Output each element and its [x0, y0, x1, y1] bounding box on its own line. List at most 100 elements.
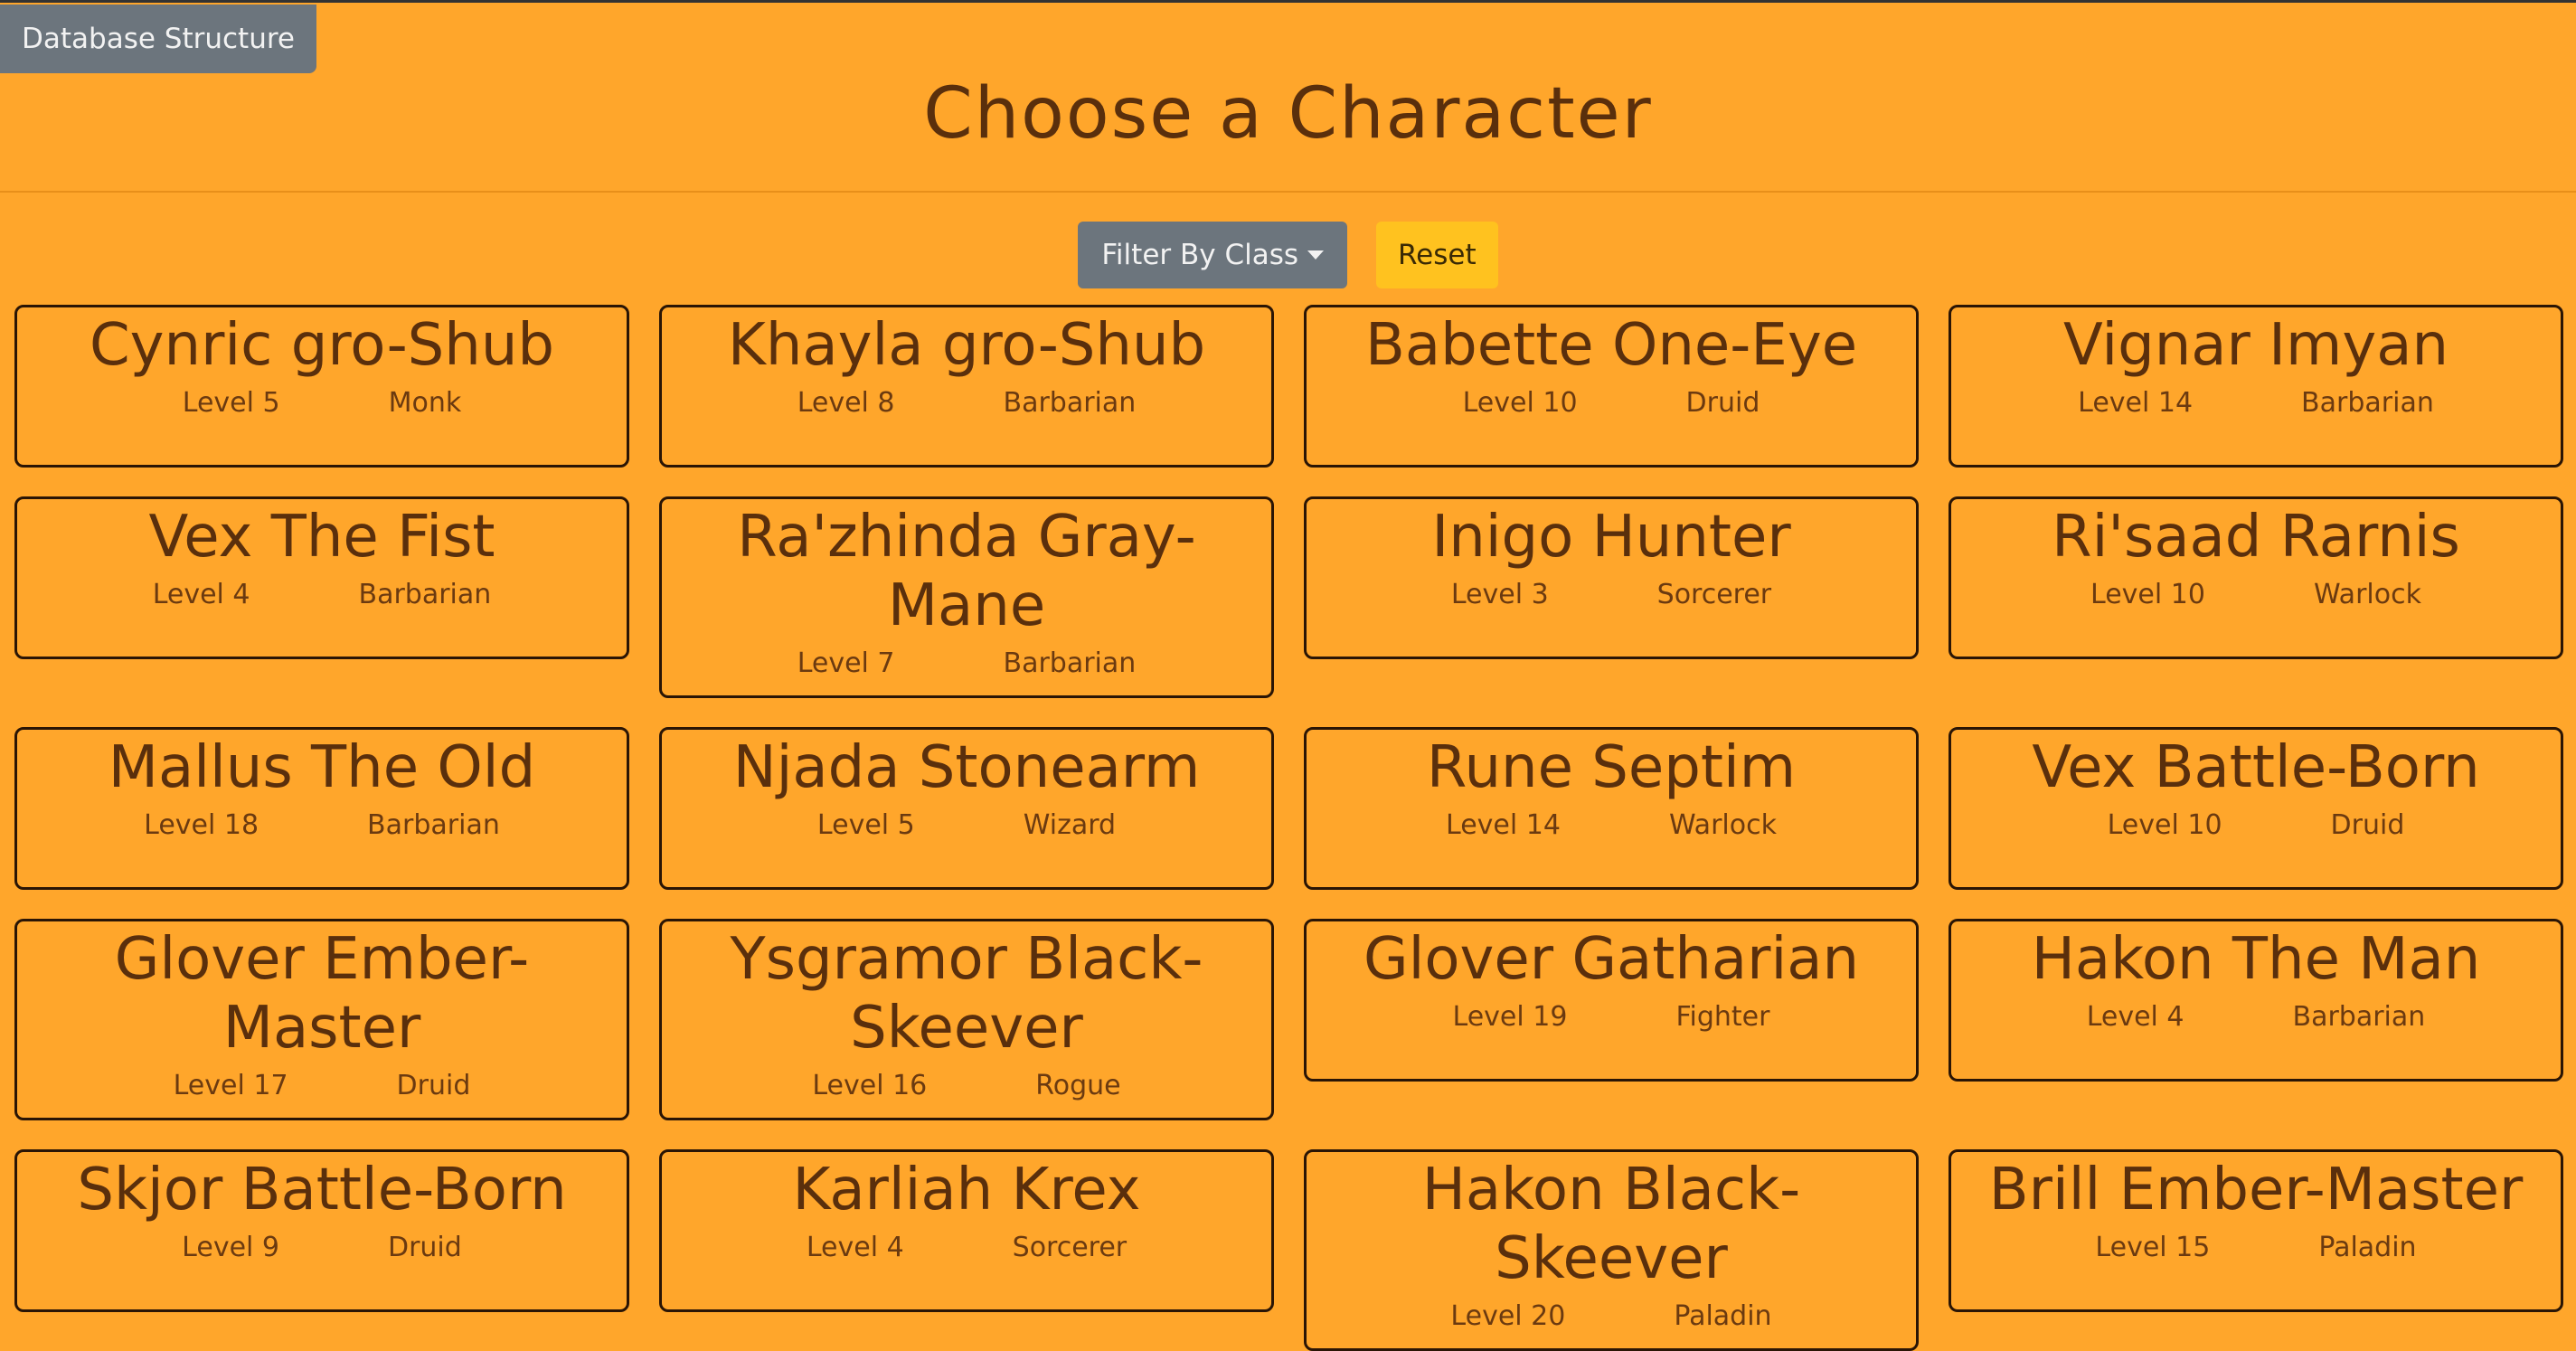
page-title: Choose a Character: [923, 73, 1653, 155]
character-meta: Level 16 Rogue: [669, 1070, 1264, 1101]
character-meta: Level 15 Paladin: [1958, 1232, 2553, 1263]
character-class: Warlock: [1668, 809, 1777, 841]
character-card[interactable]: Babette One-Eye Level 10 Druid: [1304, 305, 1919, 468]
character-level: Level 18: [144, 809, 259, 841]
character-class: Druid: [2330, 809, 2405, 841]
character-class: Barbarian: [358, 579, 492, 610]
character-card[interactable]: Njada Stonearm Level 5 Wizard: [659, 727, 1274, 890]
character-level: Level 20: [1450, 1300, 1566, 1332]
character-name: Skjor Battle-Born: [77, 1157, 567, 1223]
character-name: Karliah Krex: [792, 1157, 1141, 1223]
character-class: Druid: [1685, 387, 1760, 419]
character-name: Vignar Imyan: [2062, 312, 2449, 379]
character-level: Level 5: [182, 387, 280, 419]
character-level: Level 9: [182, 1232, 279, 1263]
filter-by-class-dropdown[interactable]: Filter By Class: [1078, 222, 1348, 288]
character-name: Njada Stonearm: [732, 734, 1201, 801]
character-class: Paladin: [1674, 1300, 1772, 1332]
character-class: Barbarian: [1003, 647, 1137, 679]
character-level: Level 14: [2078, 387, 2194, 419]
character-level: Level 8: [797, 387, 895, 419]
character-meta: Level 17 Druid: [24, 1070, 619, 1101]
character-level: Level 14: [1446, 809, 1561, 841]
character-meta: Level 14 Warlock: [1314, 809, 1909, 841]
character-meta: Level 5 Wizard: [669, 809, 1264, 841]
character-class: Warlock: [2313, 579, 2421, 610]
character-level: Level 3: [1450, 579, 1549, 610]
character-level: Level 17: [173, 1070, 288, 1101]
character-level: Level 19: [1452, 1001, 1568, 1033]
character-level: Level 10: [1462, 387, 1578, 419]
character-card[interactable]: Vex The Fist Level 4 Barbarian: [14, 496, 629, 659]
character-name: Ri'saad Rarnis: [2052, 504, 2460, 571]
character-name: Rune Septim: [1426, 734, 1797, 801]
character-card[interactable]: Brill Ember-Master Level 15 Paladin: [1949, 1149, 2563, 1312]
character-meta: Level 10 Druid: [1958, 809, 2553, 841]
character-card[interactable]: Ri'saad Rarnis Level 10 Warlock: [1949, 496, 2563, 659]
character-class: Monk: [388, 387, 462, 419]
character-name: Vex The Fist: [148, 504, 495, 571]
character-meta: Level 4 Barbarian: [1958, 1001, 2553, 1033]
character-level: Level 7: [797, 647, 895, 679]
character-card[interactable]: Hakon The Man Level 4 Barbarian: [1949, 919, 2563, 1082]
character-meta: Level 9 Druid: [24, 1232, 619, 1263]
character-class: Fighter: [1675, 1001, 1770, 1033]
character-card[interactable]: Vex Battle-Born Level 10 Druid: [1949, 727, 2563, 890]
character-level: Level 16: [812, 1070, 928, 1101]
reset-button[interactable]: Reset: [1376, 222, 1498, 288]
character-card[interactable]: Vignar Imyan Level 14 Barbarian: [1949, 305, 2563, 468]
character-meta: Level 10 Druid: [1314, 387, 1909, 419]
character-name: Khayla gro-Shub: [727, 312, 1206, 379]
filter-controls: Filter By Class Reset: [0, 222, 2576, 288]
character-card[interactable]: Cynric gro-Shub Level 5 Monk: [14, 305, 629, 468]
character-class: Barbarian: [367, 809, 500, 841]
character-class: Barbarian: [1003, 387, 1137, 419]
character-name: Vex Battle-Born: [2032, 734, 2480, 801]
character-card[interactable]: Glover Ember-Master Level 17 Druid: [14, 919, 629, 1120]
character-name: Ra'zhinda Gray-Mane: [737, 504, 1196, 639]
character-class: Druid: [387, 1232, 462, 1263]
character-meta: Level 10 Warlock: [1958, 579, 2553, 610]
filter-by-class-label: Filter By Class: [1101, 239, 1299, 271]
character-meta: Level 14 Barbarian: [1958, 387, 2553, 419]
character-class: Sorcerer: [1656, 579, 1772, 610]
character-class: Sorcerer: [1012, 1232, 1128, 1263]
character-meta: Level 18 Barbarian: [24, 809, 619, 841]
character-meta: Level 7 Barbarian: [669, 647, 1264, 679]
character-name: Ysgramor Black-Skeever: [730, 926, 1203, 1062]
character-name: Hakon Black-Skeever: [1421, 1157, 1801, 1292]
character-card[interactable]: Rune Septim Level 14 Warlock: [1304, 727, 1919, 890]
character-class: Barbarian: [2301, 387, 2434, 419]
character-name: Inigo Hunter: [1431, 504, 1791, 571]
character-card[interactable]: Inigo Hunter Level 3 Sorcerer: [1304, 496, 1919, 659]
character-card[interactable]: Ysgramor Black-Skeever Level 16 Rogue: [659, 919, 1274, 1120]
character-card[interactable]: Glover Gatharian Level 19 Fighter: [1304, 919, 1919, 1082]
character-level: Level 4: [806, 1232, 904, 1263]
database-structure-button[interactable]: Database Structure: [0, 5, 316, 73]
character-level: Level 4: [2086, 1001, 2184, 1033]
character-name: Brill Ember-Master: [1988, 1157, 2524, 1223]
character-card[interactable]: Hakon Black-Skeever Level 20 Paladin: [1304, 1149, 1919, 1351]
character-meta: Level 19 Fighter: [1314, 1001, 1909, 1033]
character-name: Glover Ember-Master: [114, 926, 530, 1062]
character-class: Druid: [396, 1070, 471, 1101]
character-card[interactable]: Skjor Battle-Born Level 9 Druid: [14, 1149, 629, 1312]
character-card[interactable]: Khayla gro-Shub Level 8 Barbarian: [659, 305, 1274, 468]
character-level: Level 4: [152, 579, 250, 610]
header-divider: [0, 191, 2576, 193]
character-class: Rogue: [1035, 1070, 1121, 1101]
character-meta: Level 5 Monk: [24, 387, 619, 419]
character-card[interactable]: Mallus The Old Level 18 Barbarian: [14, 727, 629, 890]
character-card[interactable]: Ra'zhinda Gray-Mane Level 7 Barbarian: [659, 496, 1274, 698]
character-grid: Cynric gro-Shub Level 5 Monk Khayla gro-Shu…: [14, 305, 2563, 1351]
character-meta: Level 4 Barbarian: [24, 579, 619, 610]
character-name: Cynric gro-Shub: [89, 312, 555, 379]
character-name: Glover Gatharian: [1363, 926, 1859, 993]
character-name: Mallus The Old: [108, 734, 536, 801]
character-meta: Level 4 Sorcerer: [669, 1232, 1264, 1263]
character-meta: Level 3 Sorcerer: [1314, 579, 1909, 610]
character-level: Level 15: [2095, 1232, 2211, 1263]
character-level: Level 5: [816, 809, 915, 841]
character-card[interactable]: Karliah Krex Level 4 Sorcerer: [659, 1149, 1274, 1312]
character-class: Paladin: [2318, 1232, 2417, 1263]
